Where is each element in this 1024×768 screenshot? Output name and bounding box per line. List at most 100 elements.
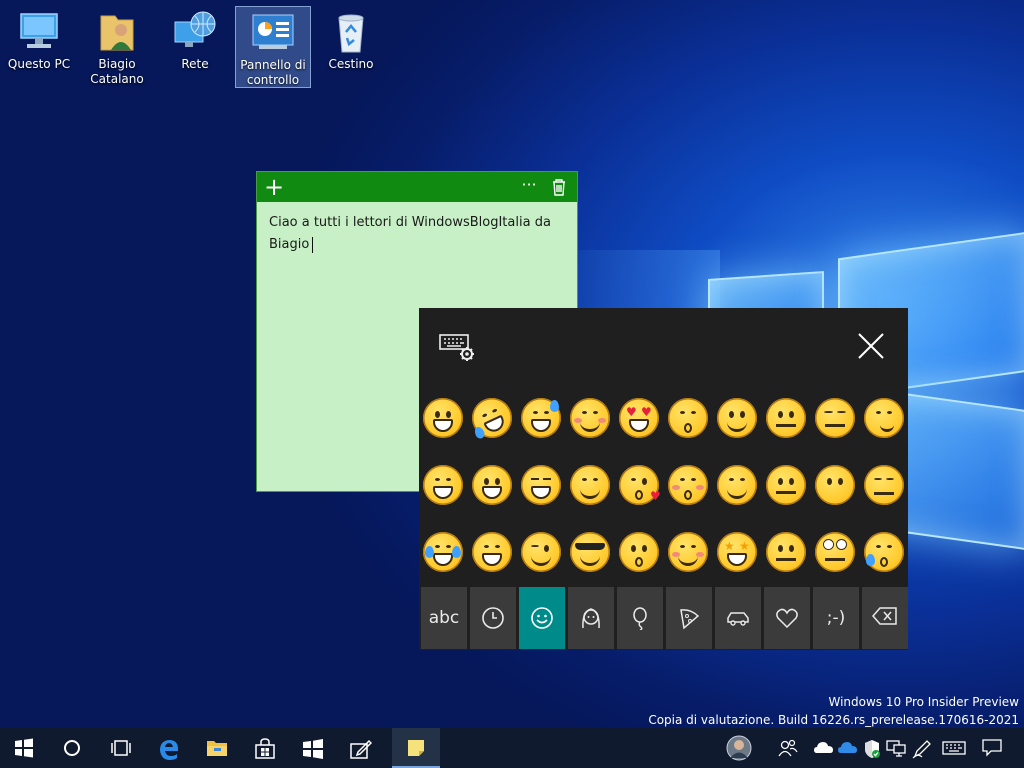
- plus-icon[interactable]: +: [263, 174, 285, 200]
- emoji-smirk[interactable]: [864, 398, 904, 438]
- emoji-yum[interactable]: [570, 465, 610, 505]
- close-icon[interactable]: [857, 332, 885, 360]
- touch-keyboard-icon: [942, 741, 966, 755]
- emoji-grin[interactable]: [423, 465, 463, 505]
- desktop-icon-rete[interactable]: Rete: [157, 6, 233, 88]
- onedrive-tray[interactable]: [812, 728, 836, 768]
- emoji-disappointed-relieved[interactable]: [864, 532, 904, 572]
- profile-avatar-icon: [726, 735, 752, 761]
- emoji-grinning[interactable]: [423, 398, 463, 438]
- text-caret: [312, 236, 314, 253]
- control-panel-icon: [249, 11, 297, 55]
- edge-button[interactable]: [144, 728, 192, 768]
- category-people[interactable]: [568, 587, 614, 649]
- network-tray[interactable]: [884, 728, 908, 768]
- emoji-kissing-smiling[interactable]: [668, 398, 708, 438]
- emoji-raised-brow[interactable]: [766, 465, 806, 505]
- windows-app-button[interactable]: [288, 728, 336, 768]
- emoji-rofl[interactable]: [465, 391, 519, 445]
- people-button[interactable]: [776, 728, 800, 768]
- emoji-sunglasses[interactable]: [570, 532, 610, 572]
- emoji-hug[interactable]: [717, 465, 757, 505]
- category-recent[interactable]: [470, 587, 516, 649]
- category-food[interactable]: [666, 587, 712, 649]
- desktop-icon-user-folder[interactable]: Biagio Catalano: [79, 6, 155, 88]
- ellipsis-icon[interactable]: ···: [519, 174, 539, 200]
- clock-icon: [482, 607, 504, 629]
- category-emoticons[interactable]: ;-): [813, 587, 859, 649]
- touch-keyboard-tray[interactable]: [940, 728, 968, 768]
- people-icon: [778, 739, 798, 757]
- emoji-joy[interactable]: [423, 532, 463, 572]
- emoji-smile[interactable]: [472, 532, 512, 572]
- desktop-icon-label: Questo PC: [7, 57, 71, 71]
- defender-icon: [865, 740, 880, 758]
- sticky-note-line-2: Biagio: [269, 237, 310, 252]
- category-celebration[interactable]: [617, 587, 663, 649]
- sticky-notes-button[interactable]: [392, 728, 440, 768]
- person-icon: [582, 608, 600, 629]
- task-view-icon: [111, 740, 131, 756]
- balloon-icon: [633, 607, 647, 631]
- trash-icon[interactable]: [551, 178, 567, 196]
- store-button[interactable]: [240, 728, 288, 768]
- pizza-icon: [680, 609, 700, 630]
- category-travel[interactable]: [715, 587, 761, 649]
- start-icon: [15, 738, 33, 758]
- onedrive-business-tray[interactable]: [836, 728, 860, 768]
- emoji-heart-eyes[interactable]: ♥ ♥: [619, 398, 659, 438]
- emoji-star-struck[interactable]: ★ ★: [717, 532, 757, 572]
- emoji-expressionless[interactable]: [815, 398, 855, 438]
- desktop-icon-label: Cestino: [328, 57, 374, 71]
- notifications-icon: [982, 739, 1002, 757]
- emoji-smiley[interactable]: [472, 465, 512, 505]
- sticky-notes-icon: [408, 740, 424, 756]
- pen-tray[interactable]: [910, 728, 934, 768]
- emoji-slight-smile[interactable]: [717, 398, 757, 438]
- emoji-sweat-smile[interactable]: [521, 398, 561, 438]
- file-explorer-button[interactable]: [192, 728, 240, 768]
- store-icon: [255, 738, 275, 759]
- keyboard-settings-icon[interactable]: [439, 334, 475, 362]
- emoji-kiss-heart[interactable]: ♥: [619, 465, 661, 505]
- desktop-icon-questo-pc[interactable]: Questo PC: [1, 6, 77, 88]
- category-symbols[interactable]: [764, 587, 810, 649]
- category-abc[interactable]: abc: [421, 587, 467, 649]
- sticky-note-header[interactable]: + ···: [257, 172, 577, 202]
- emoji-no-mouth[interactable]: [815, 465, 855, 505]
- heart-icon: [776, 608, 798, 629]
- emoji-relaxed[interactable]: [668, 532, 708, 572]
- network-icon: [171, 10, 219, 54]
- emoji-kissing-blush[interactable]: [668, 465, 708, 505]
- category-smileys[interactable]: [519, 587, 565, 649]
- ink-workspace-icon: [350, 739, 372, 759]
- emoji-keyboard[interactable]: ♥ ♥ ♥ ★ ★ abc ;-): [419, 308, 908, 650]
- onedrive-icon: [814, 742, 833, 753]
- emoji-wink[interactable]: [521, 532, 561, 572]
- profile-avatar[interactable]: [724, 728, 754, 768]
- emoji-persevere[interactable]: [864, 465, 904, 505]
- car-icon: [727, 612, 749, 626]
- emoji-neutral[interactable]: [766, 532, 806, 572]
- sticky-note-line-1: Ciao a tutti i lettori di WindowsBlogIta…: [269, 215, 551, 230]
- build-watermark-line-1: Windows 10 Pro Insider Preview: [828, 695, 1019, 709]
- desktop-icon-label: Biagio Catalano: [90, 57, 144, 86]
- pen-icon: [912, 740, 931, 759]
- emoji-kissing[interactable]: [619, 532, 659, 572]
- emoji-category-bar: abc ;-): [419, 585, 908, 650]
- backspace-key[interactable]: [862, 587, 908, 649]
- desktop-icon-pannello-di-controllo[interactable]: Pannello di controllo: [235, 6, 311, 88]
- action-center-button[interactable]: [978, 728, 1006, 768]
- emoji-smile-blush[interactable]: [570, 398, 610, 438]
- desktop-icon-label: Pannello di controllo: [240, 58, 306, 87]
- ink-workspace-button[interactable]: [336, 728, 384, 768]
- start-button[interactable]: [0, 728, 48, 768]
- desktop-icon-cestino[interactable]: Cestino: [313, 6, 389, 88]
- emoji-thinking[interactable]: [766, 398, 806, 438]
- task-view-button[interactable]: [96, 728, 144, 768]
- sticky-note-text[interactable]: Ciao a tutti i lettori di WindowsBlogIta…: [257, 202, 577, 266]
- cortana-button[interactable]: [48, 728, 96, 768]
- emoji-squint-laugh[interactable]: [521, 465, 561, 505]
- emoji-eye-roll[interactable]: [815, 532, 855, 572]
- defender-tray[interactable]: [860, 728, 884, 768]
